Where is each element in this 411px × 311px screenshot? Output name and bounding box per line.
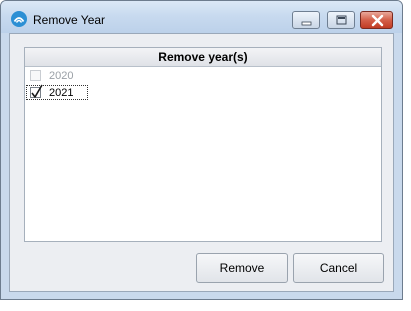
list-item-2020: 2020 — [25, 68, 381, 85]
remove-button[interactable]: Remove — [196, 253, 288, 283]
app-logo-icon — [11, 11, 27, 27]
close-icon — [371, 14, 384, 27]
year-list[interactable]: Remove year(s) 2020 2021 — [24, 47, 382, 242]
checkbox-2021[interactable] — [30, 84, 43, 98]
minimize-icon — [301, 21, 312, 26]
list-item-2021[interactable]: 2021 — [25, 84, 381, 102]
item-label: 2021 — [49, 87, 74, 99]
checkmark-icon — [31, 84, 43, 98]
maximize-icon — [336, 15, 347, 25]
maximize-button[interactable] — [327, 11, 355, 29]
minimize-button[interactable] — [292, 11, 320, 29]
window-title: Remove Year — [33, 13, 106, 27]
title-bar[interactable]: Remove Year — [1, 1, 402, 33]
dialog-body: Remove year(s) 2020 2021 Remove Cancel — [9, 33, 394, 292]
cancel-button[interactable]: Cancel — [293, 253, 384, 283]
checkbox-2020 — [30, 70, 41, 81]
list-header: Remove year(s) — [25, 48, 381, 67]
item-label: 2020 — [49, 70, 74, 82]
close-button[interactable] — [360, 11, 393, 29]
remove-year-dialog: Remove Year Remove year(s) 2020 2021 Rem… — [0, 0, 403, 300]
